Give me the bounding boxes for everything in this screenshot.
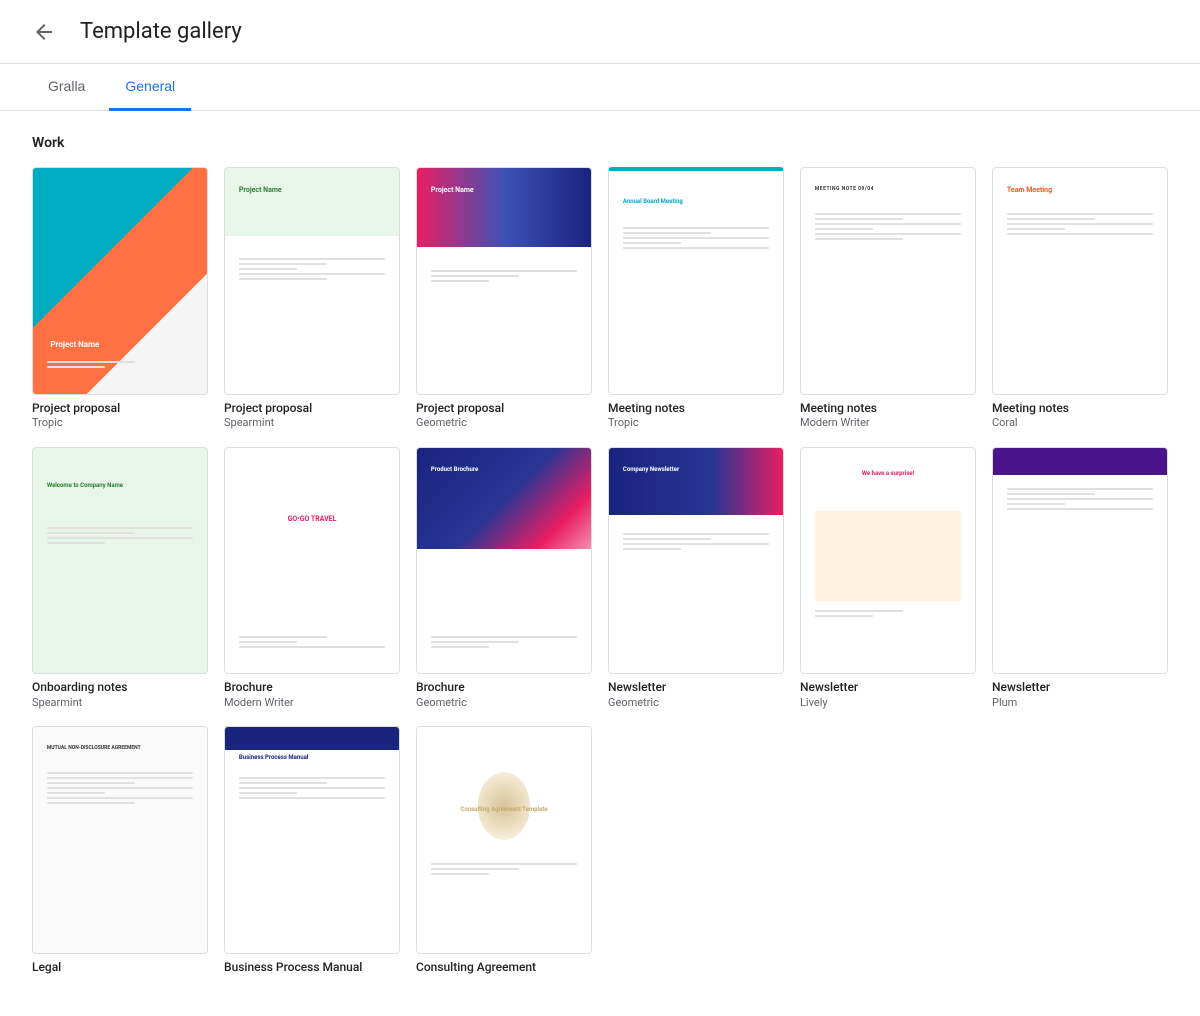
template-card-meet-modern[interactable]: Meeting notes Modern Writer <box>800 167 976 431</box>
template-thumb-news-plum <box>992 447 1168 675</box>
template-sub-proj-tropic: Tropic <box>32 416 208 430</box>
template-thumb-legal <box>32 726 208 954</box>
template-card-meet-tropic[interactable]: Meeting notes Tropic <box>608 167 784 431</box>
template-name-brochure-modern: Brochure <box>224 680 400 696</box>
template-name-news-geo: Newsletter <box>608 680 784 696</box>
template-name-proj-spearmint: Project proposal <box>224 401 400 417</box>
template-thumb-business-manual <box>224 726 400 954</box>
template-thumb-onboard <box>32 447 208 675</box>
template-thumb-news-lively <box>800 447 976 675</box>
template-grid-row2: Onboarding notes Spearmint Brochure Mode… <box>32 447 1168 711</box>
template-sub-brochure-geo: Geometric <box>416 696 592 710</box>
template-grid-row3: Legal Business Process Manual <box>32 726 1168 975</box>
template-sub-onboard: Spearmint <box>32 696 208 710</box>
template-name-meet-tropic: Meeting notes <box>608 401 784 417</box>
template-card-proj-tropic[interactable]: Project proposal Tropic <box>32 167 208 431</box>
template-thumb-meet-coral <box>992 167 1168 395</box>
section-work-title: Work <box>32 135 1168 151</box>
template-name-business-manual: Business Process Manual <box>224 960 400 976</box>
template-card-brochure-modern[interactable]: Brochure Modern Writer <box>224 447 400 711</box>
template-card-meet-coral[interactable]: Meeting notes Coral <box>992 167 1168 431</box>
template-thumb-proj-geo <box>416 167 592 395</box>
template-sub-meet-modern: Modern Writer <box>800 416 976 430</box>
template-thumb-news-geo <box>608 447 784 675</box>
template-grid-row1: Project proposal Tropic Project proposal… <box>32 167 1168 431</box>
template-thumb-proj-tropic <box>32 167 208 395</box>
tab-general[interactable]: General <box>109 64 191 111</box>
template-name-proj-geo: Project proposal <box>416 401 592 417</box>
template-sub-meet-coral: Coral <box>992 416 1168 430</box>
content-area: Work Project proposal Tropic <box>0 111 1200 1016</box>
template-sub-news-geo: Geometric <box>608 696 784 710</box>
template-name-consulting: Consulting Agreement <box>416 960 592 976</box>
template-thumb-meet-modern <box>800 167 976 395</box>
template-card-proj-spearmint[interactable]: Project proposal Spearmint <box>224 167 400 431</box>
template-card-news-geo[interactable]: Newsletter Geometric <box>608 447 784 711</box>
template-name-legal: Legal <box>32 960 208 976</box>
template-thumb-meet-tropic <box>608 167 784 395</box>
template-sub-proj-spearmint: Spearmint <box>224 416 400 430</box>
page-title: Template gallery <box>80 19 242 44</box>
template-card-proj-geo[interactable]: Project proposal Geometric <box>416 167 592 431</box>
template-name-brochure-geo: Brochure <box>416 680 592 696</box>
template-name-proj-tropic: Project proposal <box>32 401 208 417</box>
tab-gralla[interactable]: Gralla <box>32 64 101 111</box>
back-button[interactable] <box>24 12 64 52</box>
template-name-meet-modern: Meeting notes <box>800 401 976 417</box>
template-card-legal[interactable]: Legal <box>32 726 208 975</box>
template-thumb-brochure-geo <box>416 447 592 675</box>
template-thumb-proj-spearmint <box>224 167 400 395</box>
template-sub-brochure-modern: Modern Writer <box>224 696 400 710</box>
template-sub-news-plum: Plum <box>992 696 1168 710</box>
tabs-bar: Gralla General <box>0 64 1200 111</box>
template-card-business-manual[interactable]: Business Process Manual <box>224 726 400 975</box>
template-thumb-brochure-modern <box>224 447 400 675</box>
template-card-news-plum[interactable]: Newsletter Plum <box>992 447 1168 711</box>
template-card-news-lively[interactable]: Newsletter Lively <box>800 447 976 711</box>
template-sub-proj-geo: Geometric <box>416 416 592 430</box>
back-icon <box>32 20 56 44</box>
template-card-consulting[interactable]: Consulting Agreement <box>416 726 592 975</box>
template-name-onboard: Onboarding notes <box>32 680 208 696</box>
template-card-onboard[interactable]: Onboarding notes Spearmint <box>32 447 208 711</box>
template-name-news-plum: Newsletter <box>992 680 1168 696</box>
template-name-meet-coral: Meeting notes <box>992 401 1168 417</box>
template-name-news-lively: Newsletter <box>800 680 976 696</box>
template-card-brochure-geo[interactable]: Brochure Geometric <box>416 447 592 711</box>
header: Template gallery <box>0 0 1200 64</box>
template-sub-news-lively: Lively <box>800 696 976 710</box>
template-sub-meet-tropic: Tropic <box>608 416 784 430</box>
template-thumb-consulting <box>416 726 592 954</box>
